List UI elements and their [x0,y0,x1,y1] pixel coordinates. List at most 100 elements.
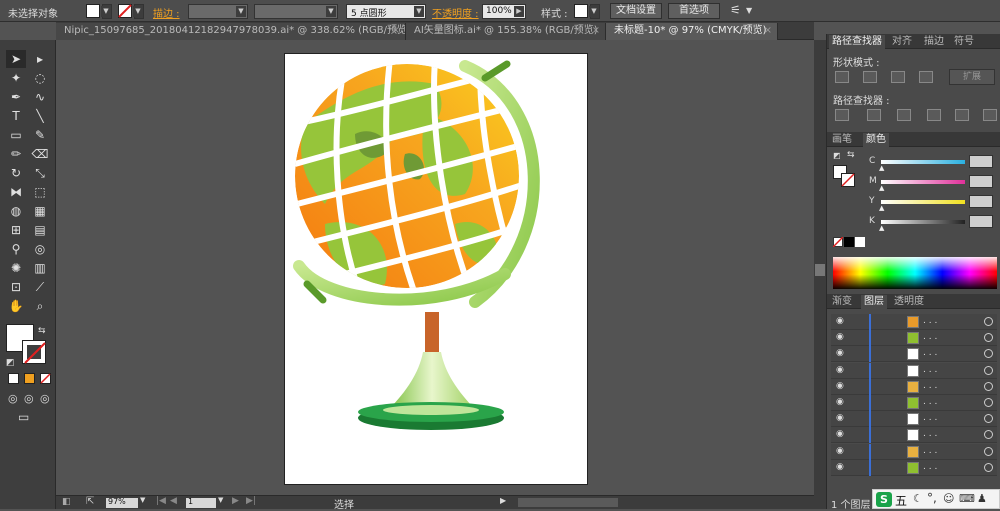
tab-align[interactable]: 对齐 [889,35,915,49]
target-icon[interactable] [984,317,993,326]
color-spectrum[interactable] [833,257,997,289]
selection-tool[interactable]: ➤ [6,50,26,68]
artboard-tool[interactable]: ⊡ [6,278,26,296]
tab-document-2[interactable]: AI矢量图标.ai* @ 155.38% (RGB/预览) × [406,23,606,40]
crop-icon[interactable] [927,109,941,121]
stroke-weight-input[interactable]: ▼ [188,4,248,19]
magic-wand-tool[interactable]: ✦ [6,69,26,87]
person-icon[interactable]: ♟ [977,492,987,505]
keyboard-icon[interactable]: ⌨ [959,492,975,505]
paintbrush-tool[interactable]: ✎ [30,126,50,144]
globe-illustration[interactable] [285,54,589,486]
minus-back-icon[interactable] [983,109,997,121]
tab-color[interactable]: 颜色 [863,133,889,147]
layer-row[interactable]: ◉ . . . [831,411,997,428]
hand-tool[interactable]: ✋ [6,297,26,315]
channel-value-k[interactable] [969,215,993,228]
slider-handle[interactable]: ▲ [879,204,884,212]
default-colors-icon[interactable]: ◩ [6,358,15,368]
ime-toolbar[interactable]: S 五 ☾ °, ☺ ⌨ ♟ [872,489,1000,509]
none-swatch[interactable] [833,237,843,247]
tab-pathfinder[interactable]: 路径查找器 [829,35,885,49]
eyedropper-tool[interactable]: ⚲ [6,240,26,258]
zoom-tool[interactable]: ⌕ [30,297,50,315]
channel-slider-c[interactable] [881,160,965,164]
eye-icon[interactable]: ◉ [836,365,844,375]
target-icon[interactable] [984,381,993,391]
pen-tool[interactable]: ✒ [6,88,26,106]
eye-icon[interactable]: ◉ [836,413,844,423]
draw-inside-icon[interactable]: ◎ [40,392,50,405]
style-dropdown[interactable]: ▼ [589,4,600,19]
chevron-down-icon[interactable]: ▼ [746,6,752,15]
pencil-tool[interactable]: ✏ [6,145,26,163]
eye-icon[interactable]: ◉ [836,446,844,456]
punctuation-icon[interactable]: °, [927,491,937,505]
eye-icon[interactable]: ◉ [836,381,844,391]
swap-icon[interactable]: ⇆ [847,150,855,160]
target-icon[interactable] [984,414,993,424]
slice-tool[interactable]: ⟋ [30,278,50,296]
curvature-tool[interactable]: ∿ [30,88,50,106]
tab-document-1[interactable]: Nipic_15097685_20180412182947978039.ai* … [56,23,406,40]
stroke-swatch[interactable] [118,4,132,18]
type-tool[interactable]: T [6,107,26,125]
target-icon[interactable] [984,430,993,440]
fill-swatch[interactable] [86,4,100,18]
ime-mode[interactable]: 五 [895,492,907,509]
layer-row[interactable]: ◉ . . . [831,346,997,363]
tab-transparency[interactable]: 透明度 [891,295,927,309]
eye-icon[interactable]: ◉ [836,462,844,472]
minus-front-icon[interactable] [863,71,877,83]
slider-handle[interactable]: ▲ [879,184,884,192]
channel-value-c[interactable] [969,155,993,168]
layer-row[interactable]: ◉ . . . [831,443,997,460]
document-settings-button[interactable]: 文档设置 [610,3,662,19]
arrange-documents-icon[interactable]: ⚟ [730,3,741,17]
free-transform-tool[interactable]: ⬚ [30,183,50,201]
smile-icon[interactable]: ☺ [943,492,954,505]
gradient-mode-icon[interactable] [24,373,35,384]
close-icon[interactable]: × [592,23,600,39]
target-icon[interactable] [984,462,993,472]
stroke-color-box[interactable] [841,173,855,187]
draw-normal-icon[interactable]: ◎ [8,392,18,405]
channel-value-m[interactable] [969,175,993,188]
stroke-label[interactable]: 描边 : [153,5,180,20]
tab-gradient[interactable]: 渐变 [829,295,855,309]
target-icon[interactable] [984,398,993,407]
draw-behind-icon[interactable]: ◎ [24,392,34,405]
artboard[interactable] [284,53,588,485]
next-artboard-icon[interactable]: ▶ [232,496,239,506]
rotate-tool[interactable]: ↻ [6,164,26,182]
zoom-out-icon[interactable]: ◧ [62,497,71,507]
tab-document-3[interactable]: 未标题-10* @ 97% (CMYK/预览) × [606,23,778,40]
moon-icon[interactable]: ☾ [913,492,923,505]
tab-layers[interactable]: 图层 [861,295,887,309]
zoom-input[interactable]: 97% [106,497,138,508]
fill-dropdown[interactable]: ▼ [101,4,112,19]
scale-tool[interactable]: ⤡ [30,164,50,182]
width-tool[interactable]: ⧓ [6,183,26,201]
screen-mode-icon[interactable]: ▭ [18,410,29,424]
last-artboard-icon[interactable]: ▶| [246,496,256,506]
mesh-tool[interactable]: ⊞ [6,221,26,239]
opacity-input[interactable]: 100% ▶ [482,4,526,19]
unite-icon[interactable] [835,71,849,83]
direct-selection-tool[interactable]: ▸ [30,50,50,68]
lasso-tool[interactable]: ◌ [30,69,50,87]
line-tool[interactable]: ╲ [30,107,50,125]
close-icon[interactable]: × [392,23,400,39]
style-swatch[interactable] [574,4,588,18]
symbol-sprayer-tool[interactable]: ✺ [6,259,26,277]
color-mode-icon[interactable] [8,373,19,384]
divide-icon[interactable] [835,109,849,121]
blend-tool[interactable]: ◎ [30,240,50,258]
expand-button[interactable]: 扩展 [949,69,995,85]
channel-slider-y[interactable] [881,200,965,204]
layer-row[interactable]: ◉ . . . [831,330,997,347]
layer-row[interactable]: ◉ . . . [831,362,997,379]
default-colors-icon[interactable]: ◩ [833,151,841,160]
eye-icon[interactable]: ◉ [836,332,844,342]
variable-width-dropdown[interactable]: ▼ [254,4,338,19]
